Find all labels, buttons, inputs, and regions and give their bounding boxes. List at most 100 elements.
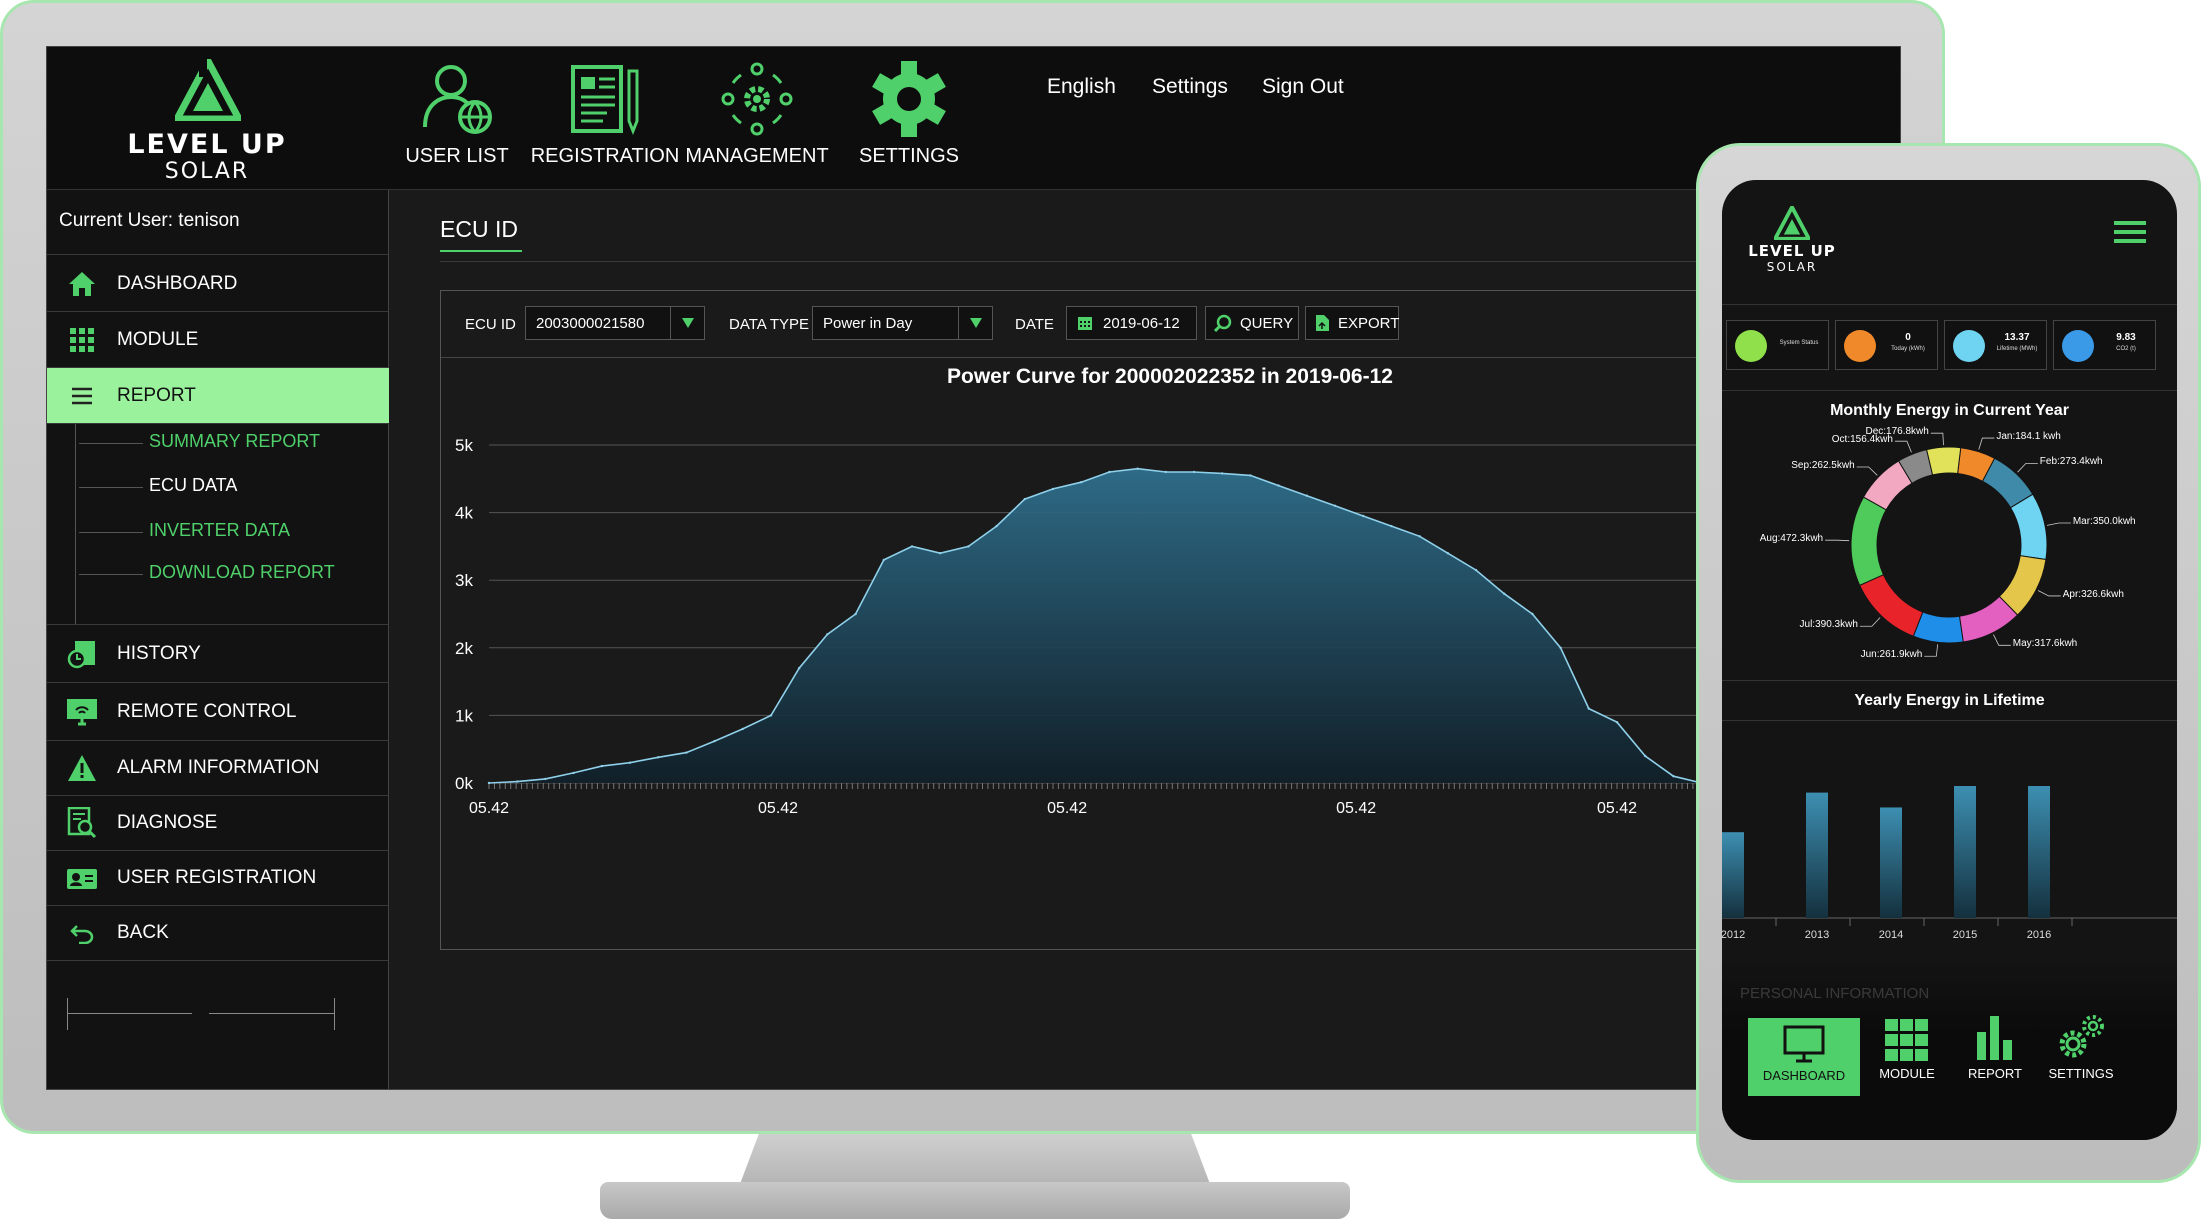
power-point	[1503, 592, 1506, 595]
brand-logo[interactable]: LEVEL UP SOLAR	[107, 59, 307, 184]
language-link[interactable]: English	[1047, 75, 1116, 99]
export-file-icon	[1314, 314, 1330, 332]
power-point	[628, 761, 632, 764]
report-sub-inverter-data[interactable]: INVERTER DATA	[149, 520, 290, 541]
report-sub-download[interactable]: DOWNLOAD REPORT	[149, 562, 335, 583]
date-value: 2019-06-12	[1103, 314, 1180, 332]
power-point	[1136, 467, 1139, 470]
yearly-chart-title: Yearly Energy in Lifetime	[1854, 692, 2045, 709]
power-point	[826, 633, 829, 636]
chevron-down-icon	[670, 307, 704, 339]
monitor-stand-neck	[740, 1134, 1210, 1184]
year-bar	[1806, 792, 1828, 918]
report-sub-ecu-data[interactable]: ECU DATA	[149, 475, 237, 496]
donut-leader-line	[1825, 539, 1850, 542]
power-point	[882, 558, 885, 562]
y-tick-label: 3k	[455, 571, 473, 590]
report-sub-summary[interactable]: SUMMARY REPORT	[149, 431, 320, 452]
grid-icon	[65, 323, 99, 357]
diagnose-icon	[65, 806, 99, 840]
donut-leader-line	[2037, 590, 2061, 597]
sidebar-item-user-registration[interactable]: USER REGISTRATION	[47, 851, 389, 906]
stat-value: 0	[1905, 332, 1911, 343]
desktop-app-screen: LEVEL UP SOLAR USER LIST REGISTRATION MA…	[46, 46, 1901, 1090]
sidebar-item-history[interactable]: HISTORY	[47, 625, 389, 683]
y-tick-label: 5k	[455, 436, 473, 455]
logo-triangle-icon	[1774, 206, 1810, 240]
donut-leader-line	[1856, 466, 1878, 476]
data-type-select[interactable]: Power in Day	[812, 306, 993, 340]
donut-slice-label: Jun:261.9kwh	[1860, 649, 1923, 661]
monitor-stand-base	[600, 1182, 1350, 1219]
topnav-registration[interactable]: REGISTRATION	[525, 61, 685, 168]
sidebar-item-remote-control[interactable]: REMOTE CONTROL	[47, 683, 389, 741]
home-icon	[65, 267, 99, 301]
monitor-icon	[1783, 1025, 1825, 1063]
x-tick-label: 05.42	[1336, 800, 1376, 817]
sidebar-item-alarm[interactable]: ALARM INFORMATION	[47, 741, 389, 796]
power-point	[1108, 470, 1111, 474]
top-navigation-bar: LEVEL UP SOLAR USER LIST REGISTRATION MA…	[47, 47, 1900, 190]
hamburger-menu-icon[interactable]	[2114, 220, 2146, 249]
co2-icon	[2062, 330, 2094, 362]
settings-link[interactable]: Settings	[1152, 75, 1228, 99]
sidebar-item-dashboard[interactable]: DASHBOARD	[47, 256, 389, 312]
gears-icon	[2059, 1015, 2104, 1058]
stat-today[interactable]: 0 Today (kWh)	[1835, 320, 1938, 370]
stat-system-status[interactable]: System Status	[1726, 320, 1829, 370]
bulb-icon	[1735, 330, 1767, 362]
power-point	[1305, 494, 1308, 497]
sidebar-item-back[interactable]: BACK	[47, 906, 389, 961]
power-point	[544, 777, 547, 781]
mobile-app-screen: LEVEL UP SOLAR System Status 0 Today (kW…	[1722, 180, 2177, 1140]
bottom-nav-module[interactable]: MODULE	[1864, 1018, 1950, 1096]
stat-co2[interactable]: 9.83 CO2 (t)	[2053, 320, 2156, 370]
monthly-energy-donut-chart	[1825, 432, 2071, 657]
donut-slice-label: Mar:350.0kwh	[2072, 515, 2136, 527]
search-icon	[1214, 314, 1232, 332]
power-point	[1446, 552, 1449, 555]
logo-triangle-icon	[175, 59, 241, 121]
phone-brand-line2: SOLAR	[1766, 260, 1818, 274]
topnav-settings[interactable]: SETTINGS	[829, 61, 989, 168]
topnav-settings-label: SETTINGS	[858, 145, 959, 167]
remote-monitor-icon	[65, 695, 99, 729]
x-tick-label: 05.42	[1047, 800, 1087, 817]
query-button[interactable]: QUERY	[1205, 306, 1299, 340]
grid-icon	[1885, 1019, 1928, 1061]
power-point	[487, 781, 491, 785]
year-tick-label: 2014	[1879, 929, 1903, 941]
sidebar-item-diagnose[interactable]: DIAGNOSE	[47, 796, 389, 851]
power-point	[685, 751, 688, 754]
ecu-id-label: ECU ID	[465, 316, 516, 333]
sidebar-item-label: DASHBOARD	[117, 272, 238, 294]
topnav-management-label: MANAGEMENT	[685, 145, 829, 167]
phone-brand-logo[interactable]: LEVEL UP SOLAR	[1742, 206, 1842, 286]
management-team-icon	[721, 62, 793, 136]
user-registration-icon	[65, 861, 99, 895]
query-button-label: QUERY	[1240, 314, 1294, 332]
power-point	[769, 714, 773, 717]
personal-information-heading: PERSONAL INFORMATION	[1740, 985, 1930, 1002]
topnav-management[interactable]: MANAGEMENT	[677, 61, 837, 168]
ecu-id-select[interactable]: 2003000021580	[525, 306, 705, 340]
export-button[interactable]: EXPORT	[1305, 306, 1399, 340]
bottom-nav-dashboard[interactable]: DASHBOARD	[1748, 1018, 1860, 1096]
bottom-nav-settings[interactable]: SETTINGS	[2038, 1015, 2124, 1096]
topnav-user-list[interactable]: USER LIST	[377, 61, 537, 168]
bar-chart-icon	[1977, 1016, 2012, 1060]
sidebar-item-report[interactable]: REPORT	[47, 368, 389, 424]
donut-slice	[2009, 493, 2048, 561]
year-tick-label: 2016	[2027, 929, 2051, 941]
user-globe-icon	[423, 65, 492, 134]
donut-leader-line	[1859, 617, 1881, 627]
x-tick-label: 05.42	[1597, 800, 1637, 817]
stat-lifetime[interactable]: 13.37 Lifetime (MWh)	[1944, 320, 2047, 370]
bottom-nav-label: SETTINGS	[2048, 1066, 2114, 1081]
bottom-nav-report[interactable]: REPORT	[1952, 1016, 2038, 1096]
sign-out-link[interactable]: Sign Out	[1262, 75, 1344, 99]
sidebar-item-module[interactable]: MODULE	[47, 312, 389, 368]
date-picker[interactable]: 2019-06-12	[1066, 306, 1197, 340]
gear-icon	[872, 61, 946, 137]
power-point	[657, 756, 660, 759]
